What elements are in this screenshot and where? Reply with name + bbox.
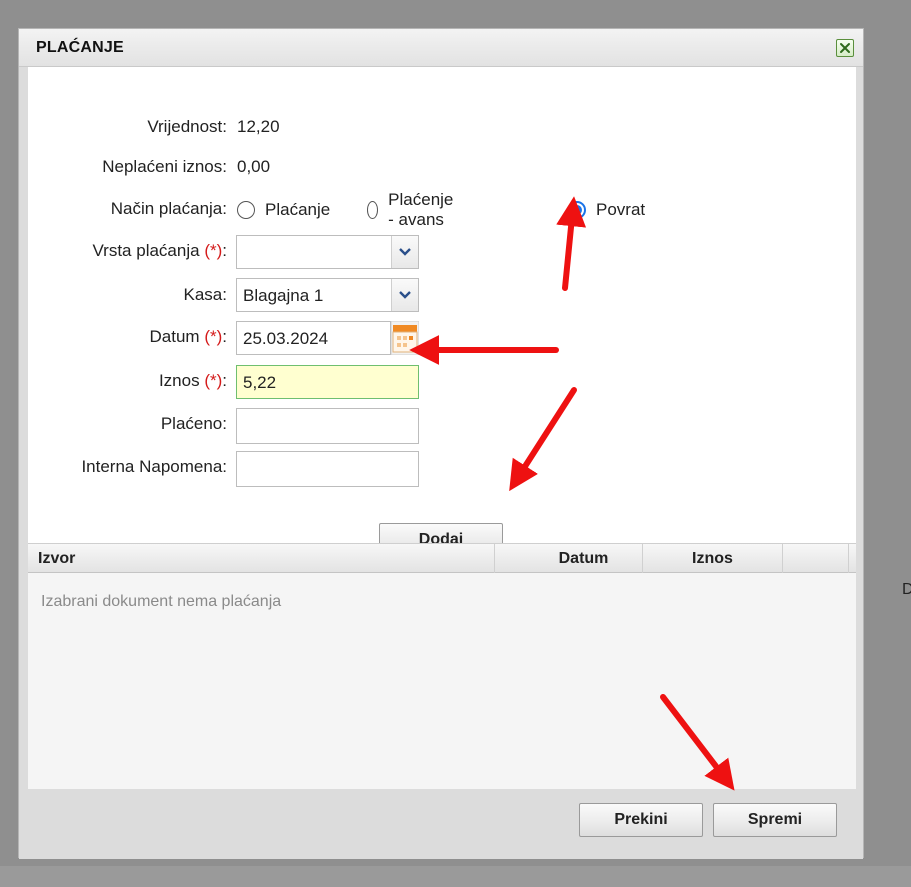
required-marker: (*) xyxy=(204,371,223,390)
calendar-button[interactable] xyxy=(390,320,420,356)
radio-povrat[interactable]: Povrat xyxy=(568,198,645,222)
dialog-title: PLAĆANJE xyxy=(36,39,124,56)
required-marker: (*) xyxy=(204,241,223,260)
column-izvor[interactable]: Izvor xyxy=(28,544,495,573)
neplaceni-value: 0,00 xyxy=(237,157,271,176)
form-area: Vrijednost: 12,20 Neplaćeni iznos: 0,00 … xyxy=(28,67,856,571)
vrsta-dropdown-button[interactable] xyxy=(391,236,418,268)
column-iznos[interactable]: Iznos xyxy=(643,544,783,573)
radio-circle-placenje-avans[interactable] xyxy=(367,201,379,219)
kasa-combo[interactable]: Blagajna 1 xyxy=(236,278,419,312)
chevron-down-icon xyxy=(399,248,411,256)
iznos-label: Iznos (*): xyxy=(37,371,227,391)
payments-grid-body: Izabrani dokument nema plaćanja xyxy=(28,573,856,789)
radio-label-placenje-avans[interactable]: Plaćenje - avans xyxy=(388,190,460,230)
label-colon: : xyxy=(222,241,227,260)
neplaceni-label: Neplaćeni iznos: xyxy=(102,157,227,176)
payments-grid-header: Izvor Datum Iznos xyxy=(28,543,856,573)
vrsta-label-text: Vrsta plaćanja xyxy=(92,241,200,260)
chevron-down-icon xyxy=(399,291,411,299)
placeno-input[interactable] xyxy=(236,408,419,444)
radio-label-povrat[interactable]: Povrat xyxy=(596,200,645,220)
radio-circle-placanje[interactable] xyxy=(237,201,255,219)
kasa-label: Kasa: xyxy=(183,285,227,304)
datum-value: 25.03.2024 xyxy=(243,329,329,348)
column-datum[interactable]: Datum xyxy=(495,544,643,573)
datum-input[interactable]: 25.03.2024 xyxy=(236,321,391,355)
background-text: D xyxy=(902,581,911,598)
vrsta-placanja-label: Vrsta plaćanja (*): xyxy=(37,241,227,261)
prekini-button[interactable]: Prekini xyxy=(579,803,703,837)
iznos-value: 5,22 xyxy=(243,373,277,392)
column-spacer xyxy=(783,544,849,573)
close-button[interactable] xyxy=(836,39,854,57)
kasa-dropdown-button[interactable] xyxy=(391,279,418,311)
radio-placanje[interactable]: Plaćanje xyxy=(237,198,330,222)
close-x-icon xyxy=(840,43,850,53)
empty-grid-message: Izabrani dokument nema plaćanja xyxy=(41,593,282,610)
label-colon: : xyxy=(222,371,227,390)
datum-label-text: Datum xyxy=(149,327,200,346)
datum-label: Datum (*): xyxy=(37,327,228,347)
vrijednost-label: Vrijednost: xyxy=(147,117,227,136)
interna-napomena-input[interactable] xyxy=(236,451,419,487)
label-colon: : xyxy=(222,327,227,346)
vrijednost-value: 12,20 xyxy=(237,117,280,136)
nacin-placanja-label: Način plaćanja: xyxy=(110,199,227,218)
bottom-strip xyxy=(0,866,911,887)
required-marker: (*) xyxy=(204,327,223,346)
radio-placenje-avans[interactable]: Plaćenje - avans xyxy=(367,190,460,229)
radio-circle-povrat-selected[interactable] xyxy=(568,201,586,219)
spremi-button[interactable]: Spremi xyxy=(713,803,837,837)
calendar-icon xyxy=(390,320,420,356)
radio-label-placanje[interactable]: Plaćanje xyxy=(265,200,330,220)
dialog-footer: Prekini Spremi xyxy=(19,789,863,859)
iznos-label-text: Iznos xyxy=(158,371,200,390)
placeno-label: Plaćeno: xyxy=(160,414,227,433)
interna-napomena-label: Interna Napomena: xyxy=(81,457,227,476)
iznos-input[interactable]: 5,22 xyxy=(236,365,419,399)
vrsta-placanja-combo[interactable] xyxy=(236,235,419,269)
payment-dialog: PLAĆANJE Vrijednost: 12,20 Neplaćeni izn… xyxy=(18,28,864,859)
dialog-titlebar[interactable]: PLAĆANJE xyxy=(19,29,863,67)
kasa-value: Blagajna 1 xyxy=(243,286,324,305)
